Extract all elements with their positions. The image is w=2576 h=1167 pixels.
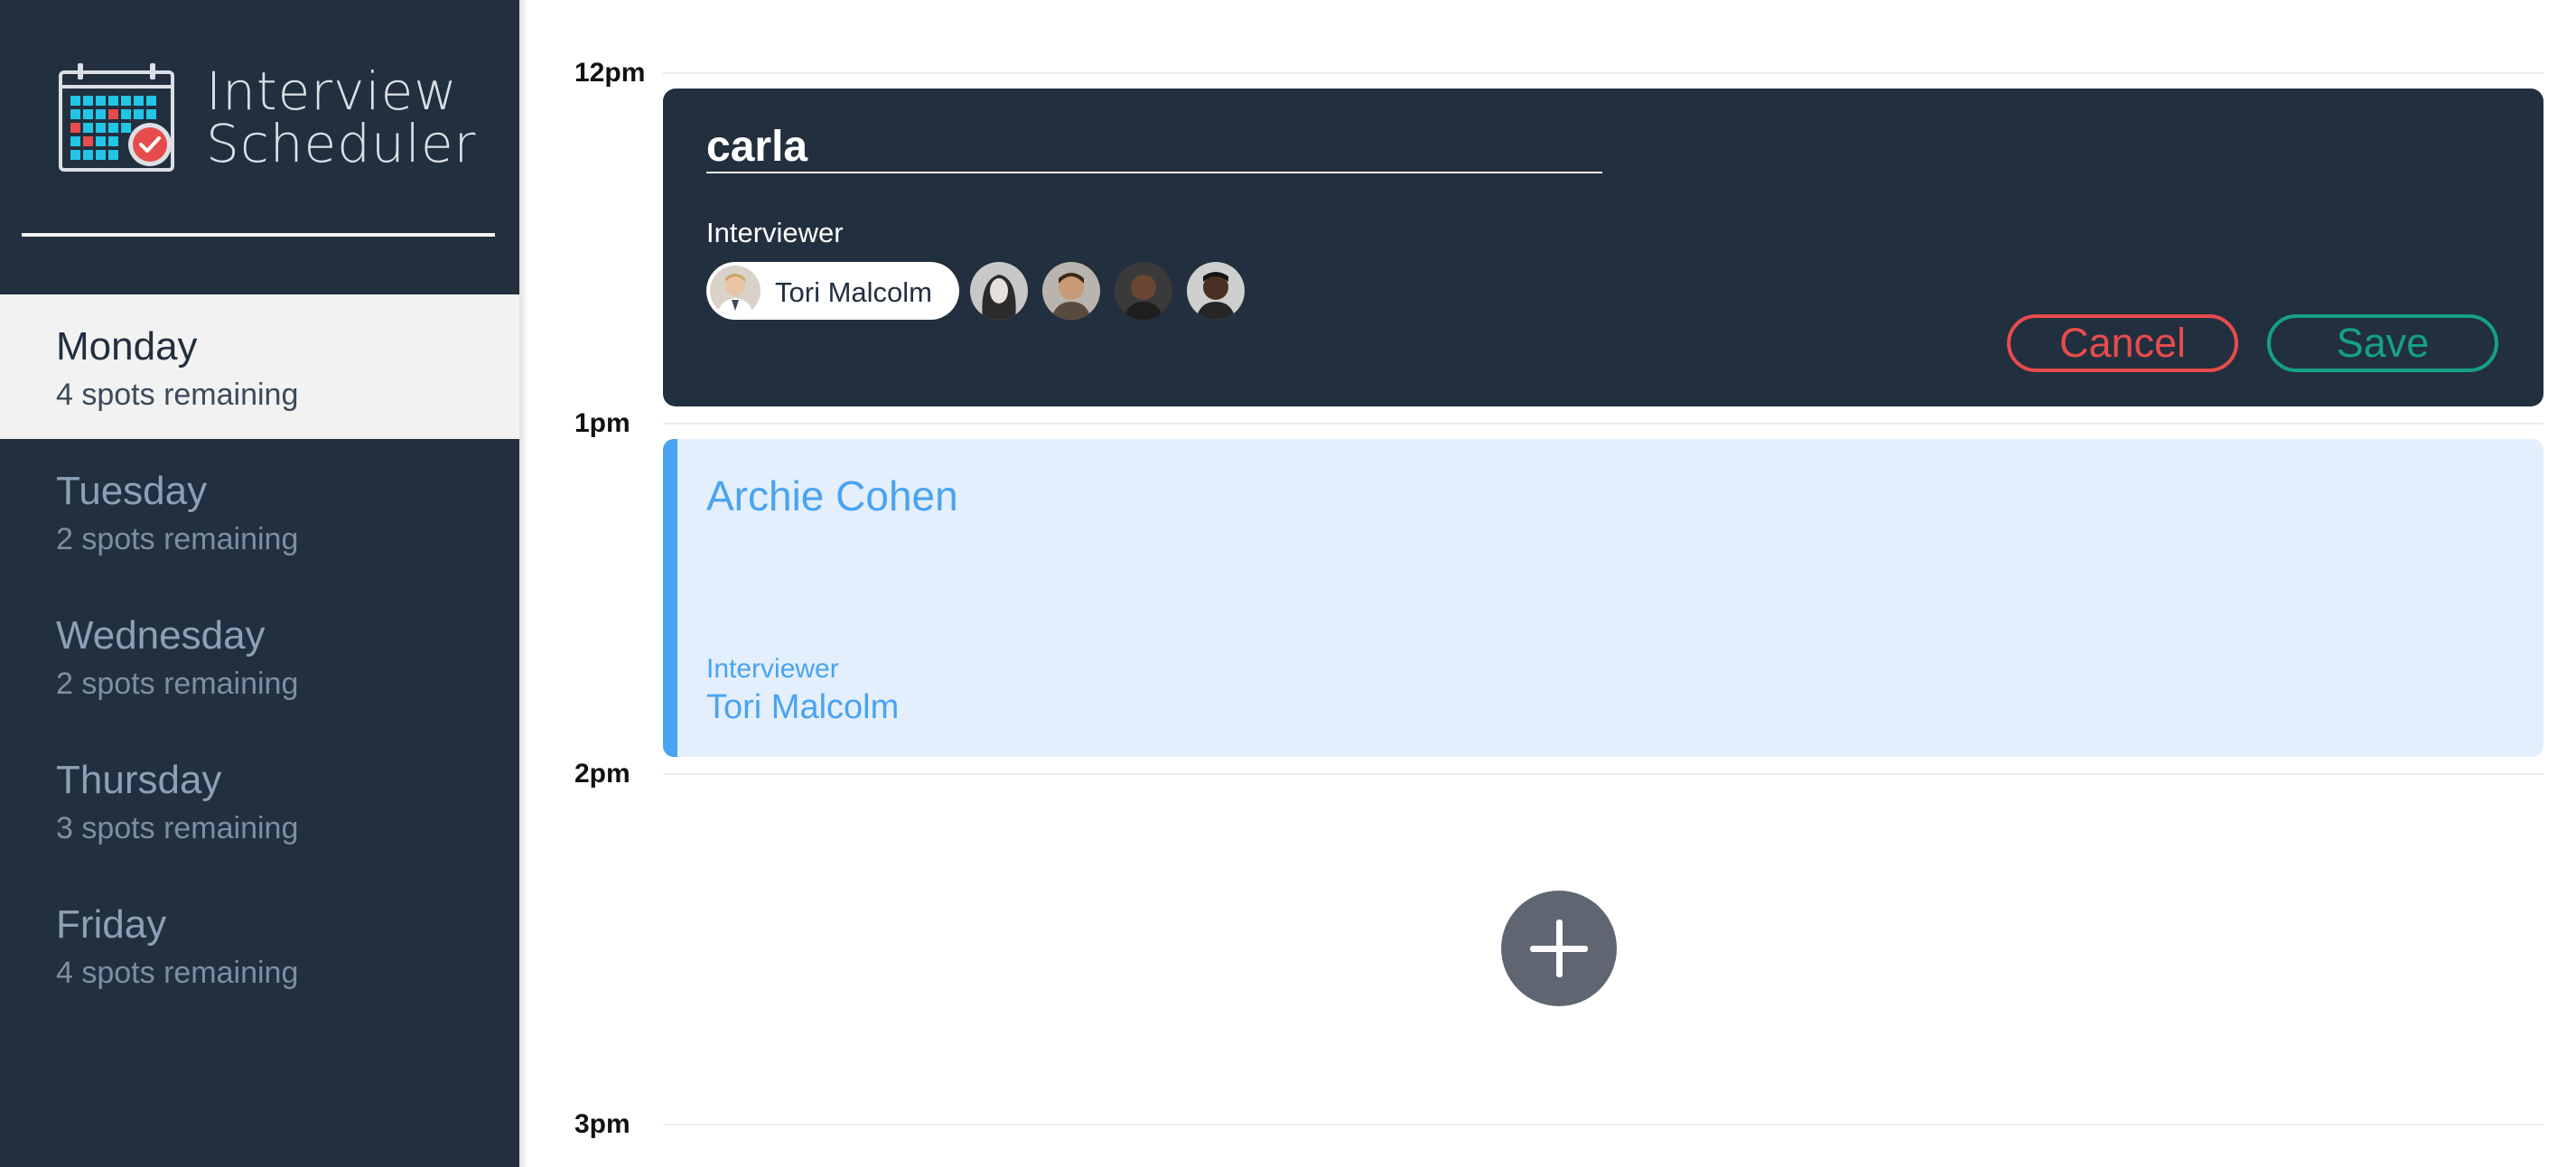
- hour-label-3pm: 3pm: [574, 1109, 630, 1139]
- appointment-form: Interviewer Tori Malcolm: [663, 89, 2543, 406]
- interviewer-avatar: [710, 266, 761, 316]
- day-spots: 4 spots remaining: [56, 378, 299, 412]
- day-spots: 2 spots remaining: [56, 667, 299, 701]
- day-item-thursday[interactable]: Thursday 3 spots remaining: [0, 728, 519, 873]
- hour-divider: [663, 423, 2543, 425]
- interviewer-name: Tori Malcolm: [775, 276, 932, 308]
- calendar-icon: [59, 63, 174, 172]
- interviewer-avatar-5[interactable]: [1187, 262, 1245, 320]
- add-appointment-button[interactable]: [1501, 891, 1617, 1006]
- day-item-wednesday[interactable]: Wednesday 2 spots remaining: [0, 584, 519, 728]
- hour-divider: [663, 773, 2543, 775]
- day-item-monday[interactable]: Monday 4 spots remaining: [0, 294, 519, 439]
- interviewer-name: Tori Malcolm: [706, 688, 900, 726]
- interviewer-avatar-4[interactable]: [1115, 262, 1172, 320]
- hour-label-12pm: 12pm: [574, 58, 646, 88]
- day-name: Wednesday: [56, 613, 266, 658]
- hour-divider: [663, 72, 2543, 74]
- day-name: Thursday: [56, 758, 222, 802]
- hour-label-1pm: 1pm: [574, 408, 630, 438]
- app-title: Interview Scheduler: [206, 61, 477, 174]
- sidebar-divider: [22, 233, 495, 237]
- interviewer-label: Interviewer: [706, 217, 844, 248]
- day-name: Friday: [56, 902, 167, 947]
- day-spots: 4 spots remaining: [56, 956, 299, 990]
- cancel-button[interactable]: Cancel: [2007, 314, 2238, 372]
- interviewer-item-selected[interactable]: Tori Malcolm: [706, 262, 959, 320]
- interviewer-avatar-2[interactable]: [970, 262, 1028, 320]
- day-item-friday[interactable]: Friday 4 spots remaining: [0, 873, 519, 1017]
- day-name: Monday: [56, 324, 198, 369]
- day-list: Monday 4 spots remaining Tuesday 2 spots…: [0, 294, 519, 1017]
- student-name-input[interactable]: [706, 121, 1602, 173]
- interviewer-avatar-3[interactable]: [1042, 262, 1100, 320]
- day-spots: 2 spots remaining: [56, 522, 299, 556]
- hour-label-2pm: 2pm: [574, 759, 630, 789]
- day-item-tuesday[interactable]: Tuesday 2 spots remaining: [0, 439, 519, 584]
- save-button[interactable]: Save: [2267, 314, 2498, 372]
- sidebar: Interview Scheduler Monday 4 spots remai…: [0, 0, 528, 1167]
- day-spots: 3 spots remaining: [56, 811, 299, 845]
- day-name: Tuesday: [56, 469, 208, 513]
- student-name: Archie Cohen: [706, 472, 958, 519]
- hour-divider: [663, 1124, 2543, 1125]
- interviewer-label: Interviewer: [706, 654, 839, 684]
- booked-appointment[interactable]: Archie Cohen Interviewer Tori Malcolm: [663, 439, 2543, 757]
